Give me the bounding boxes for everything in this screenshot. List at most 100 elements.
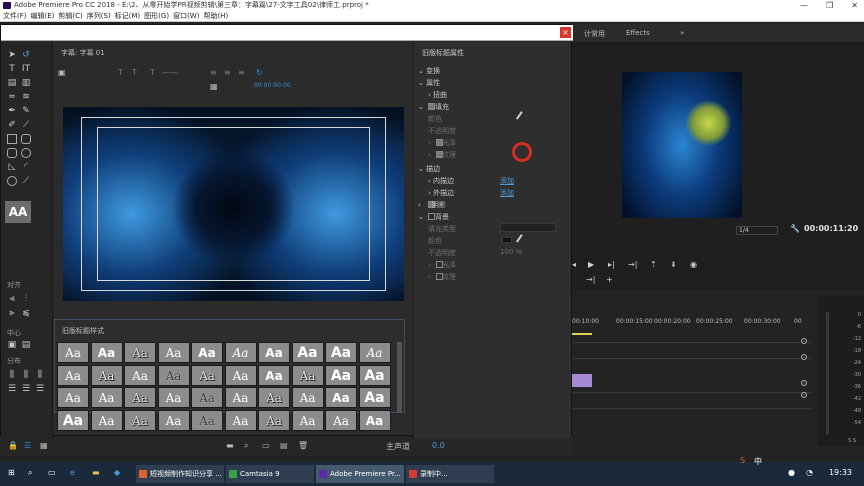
vertical-path-type-tool-icon[interactable]: ≋ [21,92,31,102]
zoom-select[interactable]: 1/4 [736,226,778,235]
align-top-icon[interactable]: ⫸ [7,308,17,318]
style-swatch[interactable]: Aa [325,409,357,431]
texture-row[interactable]: › 纹理 [428,150,456,160]
area-type-tool-icon[interactable]: ▤ [7,78,17,88]
play-icon[interactable]: ▶ [588,260,594,269]
track-scroll-knob[interactable] [801,392,807,398]
style-swatch[interactable]: Aa [325,387,357,408]
icon-view-icon[interactable]: ▦ [40,441,48,450]
insert-icon[interactable]: →| [586,275,595,284]
style-swatch[interactable]: Aa [157,409,190,431]
start-icon[interactable]: ⊞ [8,468,15,477]
style-swatch[interactable]: Aa [124,387,156,408]
ellipse-tool-icon[interactable] [7,176,17,186]
style-swatch[interactable]: Aa [358,364,391,386]
bg-color-swatch[interactable] [502,237,512,243]
style-swatch[interactable]: Aa [258,387,290,408]
style-swatch[interactable]: Aa [258,409,290,431]
transform-section[interactable]: ⌄ 变换 [418,66,440,76]
fill-section[interactable]: ⌄ 填充 [418,102,449,112]
title-clip[interactable] [572,374,592,387]
attributes-section[interactable]: ⌄ 属性 [418,78,440,88]
distribute-top-icon[interactable]: ☰ [7,384,17,394]
pen-tool-icon[interactable]: ✒ [7,106,17,116]
menu-window[interactable]: 窗口(W) [173,11,199,21]
rounded-rectangle-tool-icon[interactable] [21,134,31,144]
style-swatch[interactable]: Aa [90,409,123,431]
track-scroll-knob[interactable] [801,338,807,344]
convert-anchor-tool-icon[interactable]: ⟋ [21,120,31,130]
camera-icon[interactable]: ◉ [690,260,697,269]
selection-tool-icon[interactable]: ➤ [7,50,17,60]
line-tool-icon[interactable]: ⟋ [21,176,31,186]
align-text-left-icon[interactable]: ≡ [210,68,217,77]
wechat-icon[interactable]: ● [788,468,795,477]
style-swatch[interactable]: Aa [258,364,290,386]
style-swatch[interactable]: Aa [191,409,223,431]
titler-close-button[interactable]: × [560,27,571,38]
new-bin-icon[interactable]: ▭ [262,441,270,450]
maximize-button[interactable]: ❐ [826,0,833,11]
style-swatch[interactable]: Aa [191,387,223,408]
style-swatch[interactable]: Aa [224,364,257,386]
path-type-tool-icon[interactable]: ≈ [7,92,17,102]
menu-graphics[interactable]: 图形(G) [144,11,169,21]
folder-icon[interactable]: ▬ [226,441,234,450]
clipped-rectangle-tool-icon[interactable] [7,148,17,158]
go-to-out-icon[interactable]: →| [628,260,637,269]
inner-stroke-row[interactable]: › 内描边 [428,176,454,186]
style-swatch[interactable]: Aa [291,342,324,363]
file-explorer-icon[interactable]: ▬ [92,468,100,477]
titler-video-canvas[interactable] [63,107,404,301]
minimize-button[interactable]: — [800,0,808,11]
rounded-corner-tool-icon[interactable] [21,148,31,158]
style-swatch[interactable]: Aa [358,387,391,408]
new-item-icon[interactable]: ▤ [280,441,288,450]
delete-anchor-tool-icon[interactable]: ✐ [7,120,17,130]
track-scroll-knob[interactable] [801,380,807,386]
align-left-icon[interactable]: ⫷ [7,294,17,304]
bg-sheen-row[interactable]: › 光泽 [428,260,456,270]
close-window-button[interactable]: ✕ [851,0,858,11]
taskbar-item[interactable]: Camtasia 9 [226,465,314,483]
type-tool-icon[interactable]: T [7,64,17,74]
add-outer-stroke-link[interactable]: 添加 [500,188,514,198]
search-icon[interactable]: ⌕ [244,441,248,451]
menu-help[interactable]: 帮助(H) [203,11,228,21]
taskbar-item[interactable]: 短视频制作知识分享 ... [136,465,224,483]
background-video-icon[interactable]: ▦ [210,82,218,91]
track-scroll-knob[interactable] [801,354,807,360]
edge-icon[interactable]: e [70,468,75,477]
network-icon[interactable]: ◔ [806,468,813,477]
rotation-tool-icon[interactable]: ↺ [21,50,31,60]
style-swatch[interactable]: Aa [124,342,156,363]
tab-effects[interactable]: Effects [626,29,650,37]
add-button-icon[interactable]: + [606,275,613,284]
style-swatch[interactable]: Aa [57,409,89,431]
style-swatch[interactable]: Aa [358,409,391,431]
step-forward-icon[interactable]: ▸| [608,260,615,269]
sheen-row[interactable]: › 光泽 [428,138,456,148]
style-swatch[interactable]: Aa [325,342,357,363]
style-swatch[interactable]: Aa [90,342,123,363]
bg-opacity-value[interactable]: 100 % [500,248,522,256]
menu-clip[interactable]: 剪辑(C) [58,11,82,21]
strokes-section[interactable]: ⌄ 描边 [418,164,440,174]
outer-stroke-row[interactable]: › 外描边 [428,188,454,198]
step-back-icon[interactable]: ◂ [572,260,576,269]
text-style-preview[interactable]: AA [5,201,31,223]
distribute-left-icon[interactable]: ⫼ [7,370,17,380]
center-vertical-icon[interactable]: ▤ [21,340,31,350]
vertical-type-tool-icon[interactable]: IT [21,64,31,74]
shadow-section[interactable]: › 阴影 [418,200,446,210]
app-icon[interactable]: ◆ [114,468,120,477]
distribute-center-icon[interactable]: ⫼ [21,370,31,380]
style-swatch[interactable]: Aa [90,364,123,386]
style-swatch[interactable]: Aa [191,342,223,363]
underline-icon[interactable]: T [150,68,155,77]
menu-edit[interactable]: 编辑(E) [31,11,55,21]
distribute-right-icon[interactable]: ⫼ [35,370,45,380]
distribute-middle-icon[interactable]: ☰ [21,384,31,394]
style-swatch[interactable]: Aa [358,342,391,363]
extract-icon[interactable]: ⇟ [670,260,677,269]
